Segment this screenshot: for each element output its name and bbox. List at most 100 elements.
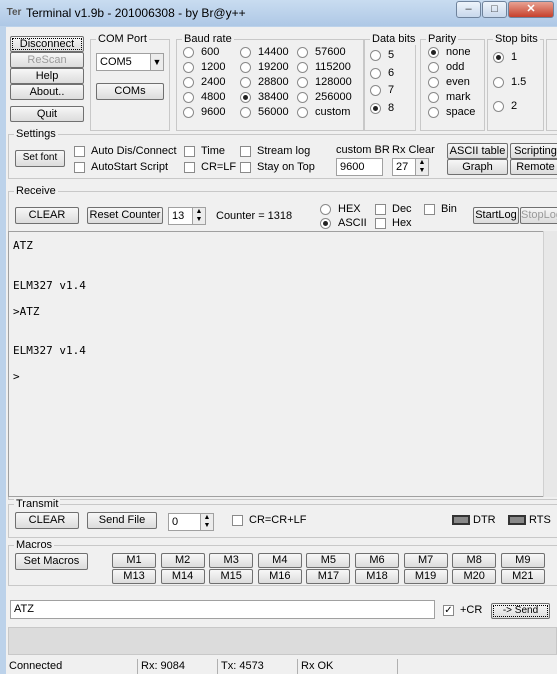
macro-button[interactable]: M4 [257,553,302,568]
stop-bits-radio[interactable]: 2 [493,100,517,113]
transmit-input[interactable]: ATZ [10,600,435,619]
parity-radio[interactable]: space [428,106,475,119]
macro-button[interactable]: M17 [306,569,351,584]
checkbox-box [375,204,386,215]
set-macros-button[interactable]: Set Macros [15,553,88,570]
reset-counter-button[interactable]: Reset Counter [87,207,163,224]
spinner-arrows-icon[interactable]: ▲ ▼ [200,514,213,530]
baud-rate-radio[interactable]: 38400 [240,91,289,104]
disconnect-button[interactable]: Disconnect [10,36,84,52]
title-bar[interactable]: Ter Terminal v1.9b - 201006308 - by Br@y… [0,0,557,26]
baud-rate-radio[interactable]: 28800 [240,76,289,89]
parity-radio[interactable]: even [428,76,470,89]
macro-button[interactable]: M18 [355,569,399,584]
rescan-button[interactable]: ReScan [10,52,84,68]
custom-br-input[interactable]: 9600 [336,158,383,176]
transmit-spinner[interactable]: 0 ▲ ▼ [168,513,214,531]
cr-lf-checkbox[interactable]: CR=LF [184,161,236,174]
macro-button[interactable]: M19 [403,569,448,584]
terminal-scrollbar[interactable] [543,231,557,497]
baud-rate-radio[interactable]: 9600 [183,106,225,119]
baud-rate-radio[interactable]: 1200 [183,61,225,74]
data-bits-radio[interactable]: 7 [370,84,394,97]
baud-rate-radio[interactable]: 4800 [183,91,225,104]
minimize-icon[interactable]: – [456,1,481,18]
macro-button[interactable]: M6 [355,553,399,568]
hex-checkbox[interactable]: Hex [375,217,412,230]
bin-checkbox[interactable]: Bin [424,203,457,216]
time-checkbox[interactable]: Time [184,145,225,158]
hex-radio[interactable]: HEX [320,203,361,216]
coms-button[interactable]: COMs [96,83,164,100]
macro-button[interactable]: M15 [209,569,254,584]
macro-button[interactable]: M3 [209,553,254,568]
baud-rate-radio[interactable]: 115200 [297,61,351,74]
counter-spinner[interactable]: 13 ▲ ▼ [168,207,206,225]
stay-on-top-checkbox[interactable]: Stay on Top [240,161,315,174]
send-file-button[interactable]: Send File [87,512,157,529]
macro-button[interactable]: M9 [500,553,545,568]
receive-clear-button[interactable]: CLEAR [15,207,79,224]
transmit-clear-button[interactable]: CLEAR [15,512,79,529]
macro-button[interactable]: M14 [160,569,205,584]
remote-button[interactable]: Remote [510,159,557,175]
baud-rate-radio[interactable]: 56000 [240,106,289,119]
spinner-arrows-icon[interactable]: ▲ ▼ [415,159,428,175]
baud-rate-radio[interactable]: 256000 [297,91,352,104]
macro-button[interactable]: M8 [452,553,497,568]
baud-rate-radio[interactable]: 2400 [183,76,225,89]
radio-dot [428,92,439,103]
parity-radio[interactable]: mark [428,91,470,104]
radio-dot [370,85,381,96]
ascii-table-button[interactable]: ASCII table [447,143,508,159]
send-button[interactable]: -> Send [491,603,550,619]
baud-rate-radio[interactable]: 57600 [297,46,346,59]
parity-radio[interactable]: none [428,46,470,59]
cr-crlf-checkbox[interactable]: CR=CR+LF [232,514,306,527]
radio-dot [183,92,194,103]
stop-log-button[interactable]: StopLog [520,207,557,224]
stop-bits-radio[interactable]: 1.5 [493,76,526,89]
ascii-radio[interactable]: ASCII [320,217,367,230]
baud-rate-radio[interactable]: 128000 [297,76,352,89]
stop-bits-radio[interactable]: 1 [493,51,517,64]
maximize-icon[interactable]: □ [482,1,507,18]
rts-toggle[interactable]: RTS [508,514,551,527]
baud-rate-radio[interactable]: 19200 [240,61,289,74]
dec-checkbox[interactable]: Dec [375,203,412,216]
baud-rate-radio[interactable]: custom [297,106,350,119]
dtr-toggle[interactable]: DTR [452,514,496,527]
autostart-script-checkbox[interactable]: AutoStart Script [74,161,168,174]
graph-button[interactable]: Graph [447,159,508,175]
set-font-button[interactable]: Set font [15,150,65,167]
close-icon[interactable]: ✕ [508,1,554,18]
start-log-button[interactable]: StartLog [473,207,519,224]
scripting-button[interactable]: Scripting [510,143,557,159]
macro-button[interactable]: M2 [160,553,205,568]
macro-button[interactable]: M13 [112,569,156,584]
data-bits-radio[interactable]: 8 [370,102,394,115]
receive-terminal[interactable]: ATZ ELM327 v1.4 >ATZ ELM327 v1.4 > [8,231,545,497]
add-cr-checkbox[interactable]: ✓ +CR [443,604,482,617]
data-bits-radio[interactable]: 5 [370,49,394,62]
stream-log-checkbox[interactable]: Stream log [240,145,310,158]
baud-rate-radio[interactable]: 14400 [240,46,289,59]
com-port-select[interactable]: COM5 ▼ [96,53,164,71]
baud-rate-radio[interactable]: 600 [183,46,219,59]
status-tx: Tx: 4573 [218,659,298,674]
chevron-down-icon[interactable]: ▼ [150,54,163,70]
help-button[interactable]: Help [10,68,84,84]
macro-button[interactable]: M1 [112,553,156,568]
data-bits-radio[interactable]: 6 [370,67,394,80]
macro-button[interactable]: M16 [257,569,302,584]
macro-button[interactable]: M21 [500,569,545,584]
auto-dis-connect-checkbox[interactable]: Auto Dis/Connect [74,145,177,158]
macro-button[interactable]: M20 [452,569,497,584]
macro-button[interactable]: M5 [306,553,351,568]
parity-radio[interactable]: odd [428,61,464,74]
about-button[interactable]: About.. [10,84,84,100]
rx-clear-spinner[interactable]: 27 ▲ ▼ [392,158,429,176]
macro-button[interactable]: M7 [403,553,448,568]
quit-button[interactable]: Quit [10,106,84,122]
spinner-arrows-icon[interactable]: ▲ ▼ [192,208,205,224]
